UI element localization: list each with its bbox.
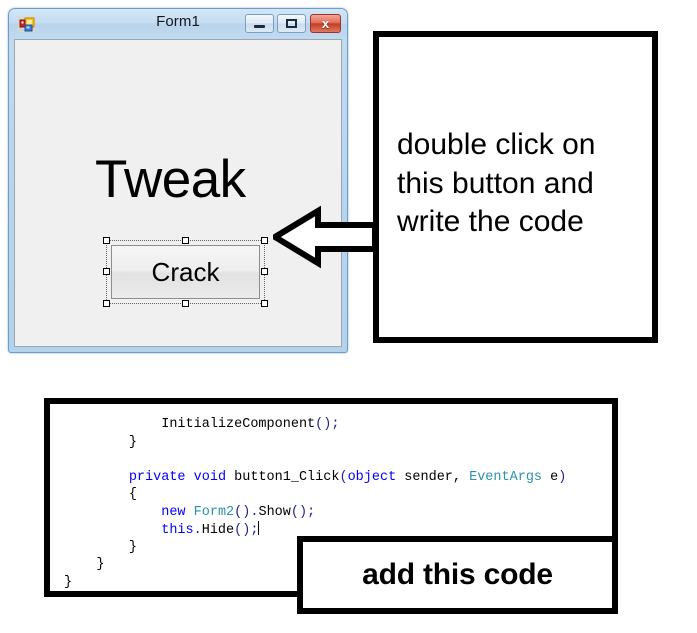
code-line: private void button1_Click(object sender… <box>64 469 567 487</box>
code-token: (). <box>234 504 259 520</box>
code-line: } <box>64 434 566 452</box>
resize-handle-middle-left[interactable] <box>103 268 110 275</box>
code-line: new Form2().Show(); <box>64 504 566 522</box>
resize-handle-bottom-center[interactable] <box>182 300 189 307</box>
add-this-code-box: add this code <box>297 536 618 614</box>
tweak-label: Tweak <box>95 150 246 209</box>
annotation-callout-box: double click on this button and write th… <box>373 31 658 343</box>
maximize-button[interactable] <box>277 14 306 33</box>
code-token: this <box>161 523 194 538</box>
resize-handle-top-right[interactable] <box>261 237 268 244</box>
code-token: InitializeComponent <box>161 417 316 432</box>
code-token: new <box>161 504 186 520</box>
close-icon: x <box>321 16 330 31</box>
code-token: { <box>128 487 137 502</box>
code-token: private <box>128 469 186 485</box>
form-title-bar[interactable]: Form1 x <box>9 9 347 39</box>
code-token: EventArgs <box>469 469 543 485</box>
selected-control-wrapper[interactable]: Crack <box>103 237 268 307</box>
add-this-code-text: add this code <box>362 558 553 591</box>
resize-handle-top-center[interactable] <box>182 237 189 244</box>
code-token: sender, <box>396 469 470 485</box>
resize-handle-bottom-left[interactable] <box>103 300 110 307</box>
minimize-button[interactable] <box>245 14 274 33</box>
code-token: } <box>128 434 137 450</box>
code-token: Hide <box>201 523 235 538</box>
code-token: } <box>96 557 105 572</box>
crack-button[interactable]: Crack <box>111 245 260 299</box>
code-token: e <box>542 469 559 485</box>
code-token: (); <box>290 504 316 520</box>
code-line: { <box>64 486 566 504</box>
code-line: InitializeComponent(); <box>64 416 566 434</box>
code-token: (); <box>234 523 259 538</box>
left-arrow-icon <box>269 203 378 270</box>
resize-handle-bottom-right[interactable] <box>261 300 268 307</box>
maximize-icon <box>278 15 305 32</box>
form-client-area[interactable]: Tweak Crack <box>14 39 342 347</box>
annotation-text: double click on this button and write th… <box>397 128 596 239</box>
minimize-icon <box>246 15 273 32</box>
code-token: } <box>64 574 73 590</box>
code-token: . <box>193 523 202 538</box>
code-token: } <box>128 539 137 555</box>
code-token: button1_Click <box>226 469 340 485</box>
code-token: void <box>193 469 227 485</box>
code-token: Show <box>258 504 291 520</box>
resize-handle-middle-right[interactable] <box>261 268 268 275</box>
text-cursor <box>258 521 260 535</box>
code-token: object <box>347 469 397 485</box>
code-token: (); <box>315 417 340 432</box>
code-token: ) <box>558 469 567 485</box>
code-token: Form2 <box>193 504 235 520</box>
code-token: ( <box>339 469 348 485</box>
resize-handle-top-left[interactable] <box>103 237 110 244</box>
form-designer-window[interactable]: Form1 x Tweak Crack <box>8 8 348 353</box>
close-button[interactable]: x <box>310 14 341 33</box>
